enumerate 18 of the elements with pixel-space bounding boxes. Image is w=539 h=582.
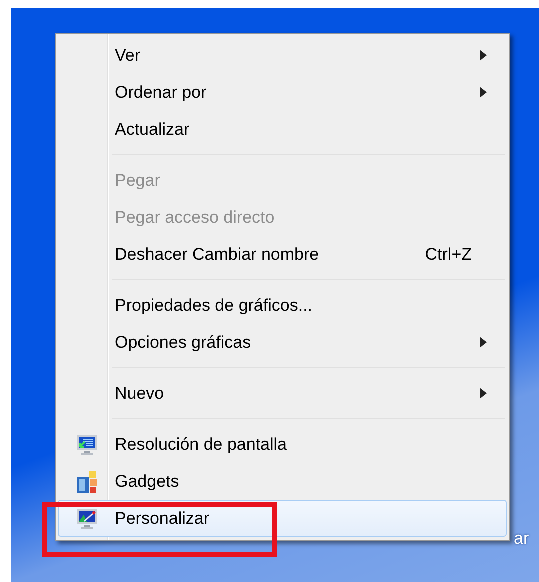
- monitor-icon: [75, 432, 99, 456]
- menu-item[interactable]: Deshacer Cambiar nombre Ctrl+Z: [58, 236, 507, 273]
- menu-item[interactable]: Resolución de pantalla: [58, 426, 507, 463]
- menu-item[interactable]: Propiedades de gráficos...: [58, 287, 507, 324]
- menu-item[interactable]: Ordenar por: [58, 74, 507, 111]
- menu-item[interactable]: Gadgets: [58, 463, 507, 500]
- menu-item[interactable]: Actualizar: [58, 111, 507, 148]
- menu-item[interactable]: Opciones gráficas: [58, 324, 507, 361]
- desktop-label: ar: [514, 528, 530, 550]
- menu-item[interactable]: Personalizar: [58, 500, 507, 537]
- submenu-arrow-icon: [480, 388, 487, 399]
- submenu-arrow-icon: [480, 87, 487, 98]
- menu-item[interactable]: Ver: [58, 37, 507, 74]
- submenu-arrow-icon: [480, 337, 487, 348]
- monitor-brush-icon: [75, 506, 99, 530]
- gadgets-icon: [75, 468, 99, 494]
- submenu-arrow-icon: [480, 50, 487, 61]
- menu-item[interactable]: Nuevo: [58, 375, 507, 412]
